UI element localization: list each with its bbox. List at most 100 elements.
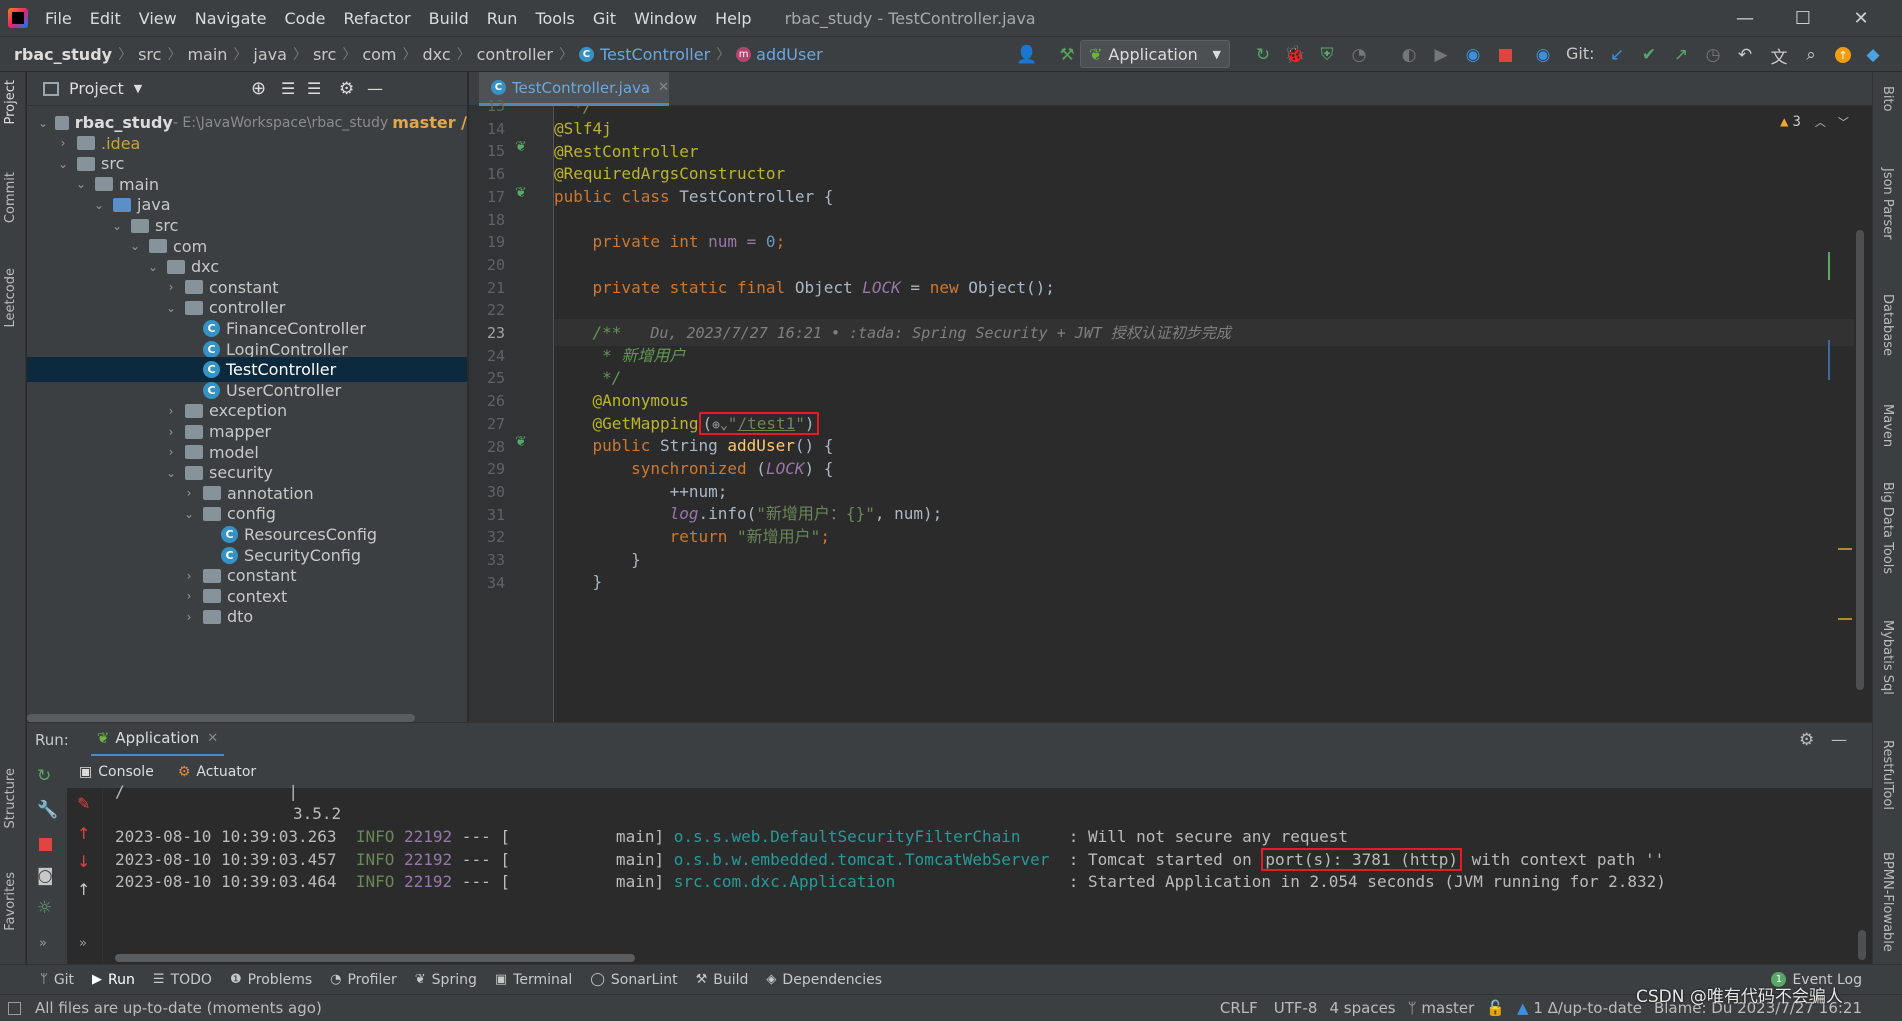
user-icon[interactable]: 👤 [1016,44,1038,66]
chevron-right-icon[interactable]: › [181,569,197,583]
stop-icon[interactable] [39,838,52,851]
coverage-icon[interactable]: ⛨ [1316,44,1338,66]
attach-icon[interactable]: ◐ [1398,44,1420,66]
search-icon[interactable]: ⌕ [1800,44,1822,66]
menu-window[interactable]: Window [625,9,706,28]
side-tab-bpmn-flowable[interactable]: BPMN-Flowable [1880,852,1895,952]
side-tab-bito[interactable]: Bito [1880,86,1895,112]
side-tab-maven[interactable]: Maven [1880,404,1895,447]
git-update-icon[interactable]: ↙ [1606,44,1628,66]
git-commit-icon[interactable]: ✔ [1638,44,1660,66]
update-icon[interactable]: ↑ [1832,44,1854,66]
breadcrumb-com[interactable]: com [362,45,396,64]
spring-bean-gutter-icon[interactable]: ❦ [515,139,527,155]
side-tab-project[interactable]: Project [3,80,18,124]
wrench-icon[interactable]: 🔧 [37,800,58,820]
more-icon[interactable]: » [79,936,87,951]
chevron-right-icon[interactable]: › [163,425,179,439]
locate-icon[interactable]: ⊕ [251,78,266,99]
bottom-tab-build[interactable]: ⚒ Build [696,972,749,988]
close-tab-icon[interactable]: ✕ [207,731,218,746]
tree-item-dto[interactable]: › dto [27,604,467,629]
indent-setting[interactable]: 4 spaces [1329,999,1395,1017]
camera-icon[interactable]: ◙ [37,866,54,886]
menu-navigate[interactable]: Navigate [186,9,276,28]
menu-build[interactable]: Build [420,9,478,28]
intellij-logo-icon[interactable] [8,8,28,28]
console-output[interactable]: / | 3.5.2 2023-08-10 10:39:03.263 INFO 2… [103,782,1872,964]
project-panel-title[interactable]: Project [69,79,124,98]
chevron-right-icon[interactable]: › [181,589,197,603]
help-icon[interactable]: ◉ [1532,44,1554,66]
bottom-tab-profiler[interactable]: ◔ Profiler [330,972,397,988]
menu-file[interactable]: File [36,9,81,28]
line-separator[interactable]: CRLF [1220,999,1258,1017]
console-vertical-scrollbar[interactable] [1858,930,1866,960]
chevron-down-icon[interactable]: ⌄ [55,157,71,171]
menu-view[interactable]: View [130,9,186,28]
profile-icon[interactable]: ◔ [1348,44,1370,66]
close-window-icon[interactable]: ✕ [1832,0,1890,36]
scroll-top-icon[interactable]: ↑ [77,880,90,899]
close-tab-icon[interactable]: ✕ [658,80,669,95]
chevron-down-icon[interactable]: ⌄ [145,260,161,274]
chevron-down-icon[interactable]: ⌄ [37,116,49,130]
status-toggle-icon[interactable] [8,1001,21,1015]
bottom-tab-terminal[interactable]: ▣ Terminal [495,972,572,988]
file-encoding[interactable]: UTF-8 [1274,999,1318,1017]
chevron-down-icon[interactable]: ⌄ [163,301,179,315]
bottom-tab-git[interactable]: ᛘ Git [40,972,74,988]
breadcrumb-java[interactable]: java [253,45,287,64]
chevron-down-icon[interactable]: ⌄ [109,219,125,233]
bottom-tab-sonarlint[interactable]: ◯ SonarLint [590,972,677,988]
more-icon[interactable]: » [39,936,47,951]
menu-git[interactable]: Git [584,9,625,28]
chevron-right-icon[interactable]: › [181,486,197,500]
side-tab-mybatis-sql[interactable]: Mybatis Sql [1880,620,1895,695]
side-tab-commit[interactable]: Commit [3,172,18,223]
debug-icon[interactable]: ☼ [37,898,52,918]
menu-tools[interactable]: Tools [526,9,583,28]
menu-run[interactable]: Run [478,9,527,28]
chevron-down-icon[interactable]: ⌄ [163,466,179,480]
reload-icon[interactable]: ◉ [1462,44,1484,66]
plugin-icon[interactable]: ◆ [1862,44,1884,66]
breadcrumb-testcontroller[interactable]: C TestController [578,45,710,64]
inspection-widget[interactable]: ▲ 3 ︿ ﹀ [1780,114,1849,130]
breadcrumb-src[interactable]: src [138,45,161,64]
minimize-icon[interactable]: — [1716,0,1774,36]
side-tab-leetcode[interactable]: Leetcode [3,268,18,327]
breadcrumb-main[interactable]: main [187,45,227,64]
code-editor[interactable]: ▲ 3 ︿ ﹀ */ @Slf4j @RestController @Requi… [554,106,1872,722]
bottom-tab-todo[interactable]: ☰ TODO [153,972,212,988]
menu-edit[interactable]: Edit [81,9,130,28]
maximize-icon[interactable]: ☐ [1774,0,1832,36]
stop-icon[interactable] [1494,44,1516,66]
side-tab-favorites[interactable]: Favorites [3,872,18,931]
hide-panel-icon[interactable]: — [1831,730,1847,749]
chevron-right-icon[interactable]: › [163,445,179,459]
breadcrumb-project[interactable]: rbac_study [14,45,112,64]
sync-status[interactable]: ▲ 1 Δ/up-to-date [1517,999,1642,1017]
side-tab-structure[interactable]: Structure [3,768,18,828]
breadcrumb-method[interactable]: m addUser [736,45,823,64]
chevron-right-icon[interactable]: › [163,404,179,418]
rerun-icon[interactable]: ↻ [37,766,51,786]
bottom-tab-dependencies[interactable]: ◈ Dependencies [766,972,882,988]
bottom-tab-problems[interactable]: ❶ Problems [230,972,312,988]
endpoint-gutter-icon[interactable]: ❦ [515,434,527,450]
chevron-down-icon[interactable]: ⌄ [127,239,143,253]
side-tab-restfultool[interactable]: RestfulTool [1880,740,1895,810]
translate-icon[interactable]: 文 [1768,44,1790,68]
chevron-up-icon[interactable]: ︿ [1815,114,1826,130]
editor-vertical-scrollbar[interactable] [1856,230,1864,690]
chevron-down-icon[interactable]: ⌄ [91,198,107,212]
menu-code[interactable]: Code [276,9,335,28]
rollback-icon[interactable]: ↶ [1734,44,1756,66]
arrow-down-icon[interactable]: ↓ [77,852,90,871]
menu-help[interactable]: Help [706,9,760,28]
project-horizontal-scrollbar[interactable] [27,714,415,722]
expand-all-icon[interactable]: ☰ [281,79,295,98]
collapse-all-icon[interactable]: ☰ [307,79,321,98]
spring-bean-gutter-icon[interactable]: ❦ [515,185,527,201]
